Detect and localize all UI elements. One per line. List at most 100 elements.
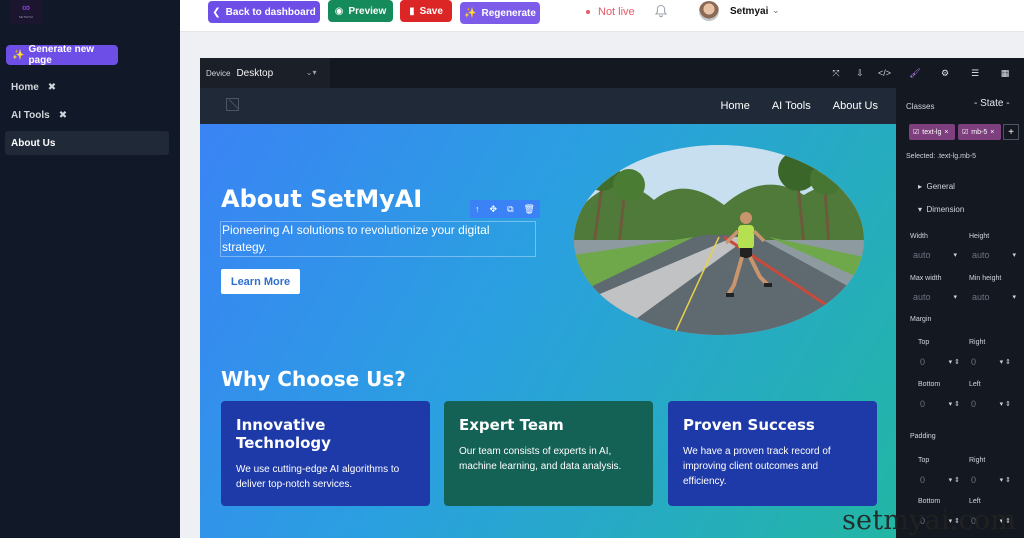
class-tag-label: mb-5 — [971, 128, 988, 136]
hero-title[interactable]: About SetMyAI — [221, 185, 422, 213]
hero-subtitle[interactable]: Pioneering AI solutions to revolutionize… — [220, 221, 536, 257]
width-input[interactable]: auto ▾ — [911, 247, 959, 263]
site-nav-about-us[interactable]: About Us — [833, 100, 878, 112]
stepper-icon[interactable]: ▾ ⇕ — [949, 358, 960, 366]
margin-top-value: 0 — [920, 357, 926, 367]
chevron-down-icon[interactable]: ⌄ — [772, 5, 780, 16]
status-dot — [586, 10, 590, 14]
infinity-icon: ∞ — [22, 2, 30, 14]
blocks-icon[interactable]: ▦ — [997, 68, 1013, 79]
page-item-home[interactable]: Home ✖ — [5, 75, 169, 99]
section-general[interactable]: ▸ General — [918, 182, 955, 191]
chevron-down-icon: ▾ — [1012, 294, 1016, 301]
add-class-button[interactable]: + — [1003, 124, 1019, 140]
section-dimension[interactable]: ▾ Dimension — [918, 205, 964, 214]
stepper-icon[interactable]: ▾ ⇕ — [949, 400, 960, 408]
gear-icon[interactable]: ⚙ — [937, 68, 953, 79]
layers-icon[interactable]: ☰ — [967, 68, 983, 79]
feature-card-proven[interactable]: Proven Success We have a proven track re… — [668, 401, 877, 506]
margin-left-input[interactable]: 0 ▾ ⇕ — [969, 396, 1013, 412]
app-logo[interactable]: ∞ SETMYAI — [10, 0, 42, 24]
generate-new-page-button[interactable]: ✨ Generate new page — [6, 44, 118, 66]
selected-label: Selected: .text-lg.mb-5 — [906, 153, 976, 160]
user-name[interactable]: Setmyai — [730, 6, 768, 17]
stepper-icon[interactable]: ▾ ⇕ — [1000, 358, 1011, 366]
close-icon[interactable]: ✖ — [48, 82, 56, 93]
watermark: setmyai.com — [842, 505, 1017, 536]
height-input[interactable]: auto ▾ — [970, 247, 1018, 263]
save-button[interactable]: ▮ Save — [400, 0, 452, 22]
margin-right-input[interactable]: 0 ▾ ⇕ — [969, 354, 1013, 370]
max-width-label: Max width — [910, 275, 942, 282]
page-item-about-us[interactable]: About Us — [5, 131, 169, 155]
logo-text: SETMYAI — [18, 15, 34, 19]
margin-bottom-value: 0 — [920, 399, 926, 409]
trash-icon[interactable]: 🗑 — [524, 204, 535, 215]
margin-top-input[interactable]: 0 ▾ ⇕ — [918, 354, 962, 370]
preview-button[interactable]: ◉ Preview — [328, 0, 393, 22]
site-navbar: Home AI Tools About Us — [200, 88, 896, 124]
state-select[interactable]: - State - — [974, 98, 1010, 109]
site-nav-home[interactable]: Home — [720, 100, 749, 112]
padding-right-input[interactable]: 0 ▾ ⇕ — [969, 472, 1013, 488]
stepper-icon[interactable]: ▾ ⇕ — [949, 476, 960, 484]
import-icon[interactable]: ⇩ — [854, 68, 866, 79]
back-to-dashboard-button[interactable]: ❮ Back to dashboard — [208, 1, 320, 23]
padding-label: Padding — [910, 433, 936, 440]
margin-bottom-input[interactable]: 0 ▾ ⇕ — [918, 396, 962, 412]
regenerate-button[interactable]: ✨ Regenerate — [460, 2, 540, 24]
section-general-label: General — [926, 182, 955, 191]
editor-canvas[interactable]: Home AI Tools About Us About SetMyAI ↑ ✥… — [200, 88, 896, 538]
arrow-left-icon: ❮ — [212, 6, 221, 18]
margin-left-value: 0 — [971, 399, 977, 409]
chevron-down-icon: ▾ — [953, 252, 957, 259]
globe-icon: ◉ — [334, 5, 344, 17]
height-label: Height — [969, 233, 990, 240]
runner-photo — [574, 145, 864, 335]
margin-right-label: Right — [969, 339, 986, 346]
copy-icon[interactable]: ⧉ — [507, 204, 513, 215]
close-icon[interactable]: ✖ — [59, 110, 67, 121]
stepper-icon[interactable]: ▾ ⇕ — [1000, 476, 1011, 484]
classes-label: Classes — [906, 102, 935, 111]
fullscreen-icon[interactable]: ⤧ — [830, 68, 842, 79]
sparkle-icon: ✨ — [12, 49, 25, 61]
chevron-down-icon: ⌄▾ — [305, 67, 317, 77]
feature-card-expert[interactable]: Expert Team Our team consists of experts… — [444, 401, 653, 506]
feature-card-title: Expert Team — [459, 416, 564, 434]
class-tag-label: text-lg — [922, 128, 942, 136]
editor-toolbar: Device Desktop ⌄▾ ⤧ ⇩ </> — [200, 58, 896, 88]
width-label: Width — [910, 233, 928, 240]
class-tag-mb-5[interactable]: ☑ mb-5 × — [958, 124, 1001, 140]
section-dimension-label: Dimension — [926, 205, 965, 214]
arrow-up-icon[interactable]: ↑ — [475, 204, 480, 214]
editor-tools: ⤧ ⇩ </> — [830, 58, 896, 88]
class-tag-text-lg[interactable]: ☑ text-lg × — [909, 124, 955, 140]
feature-card-innovative[interactable]: Innovative Technology We use cutting-edg… — [221, 401, 430, 506]
hero-image[interactable] — [574, 145, 864, 335]
code-icon[interactable]: </> — [878, 68, 891, 78]
move-icon[interactable]: ✥ — [490, 204, 498, 215]
device-selector: Device Desktop ⌄▾ — [200, 58, 330, 88]
min-height-input[interactable]: auto ▾ — [970, 289, 1018, 305]
device-select[interactable]: Desktop ⌄▾ — [236, 68, 316, 79]
brush-icon[interactable]: 🖌 — [907, 68, 923, 79]
checkbox-icon[interactable]: ☑ — [962, 128, 968, 136]
device-value: Desktop — [236, 67, 274, 79]
max-width-input[interactable]: auto ▾ — [911, 289, 959, 305]
status-label: Not live — [598, 6, 635, 18]
close-icon[interactable]: × — [990, 129, 994, 136]
close-icon[interactable]: × — [944, 129, 948, 136]
checkbox-icon[interactable]: ☑ — [913, 128, 919, 136]
bell-icon[interactable] — [654, 4, 668, 18]
learn-more-button[interactable]: Learn More — [221, 269, 300, 294]
padding-right-value: 0 — [971, 475, 977, 485]
user-avatar[interactable] — [699, 1, 719, 21]
feature-card-text: We use cutting-edge AI algorithms to del… — [236, 464, 400, 490]
why-choose-us-title[interactable]: Why Choose Us? — [221, 367, 406, 391]
stepper-icon[interactable]: ▾ ⇕ — [1000, 400, 1011, 408]
padding-top-input[interactable]: 0 ▾ ⇕ — [918, 472, 962, 488]
page-item-ai-tools[interactable]: AI Tools ✖ — [5, 103, 169, 127]
live-status: Not live — [586, 5, 635, 19]
site-nav-ai-tools[interactable]: AI Tools — [772, 100, 811, 112]
